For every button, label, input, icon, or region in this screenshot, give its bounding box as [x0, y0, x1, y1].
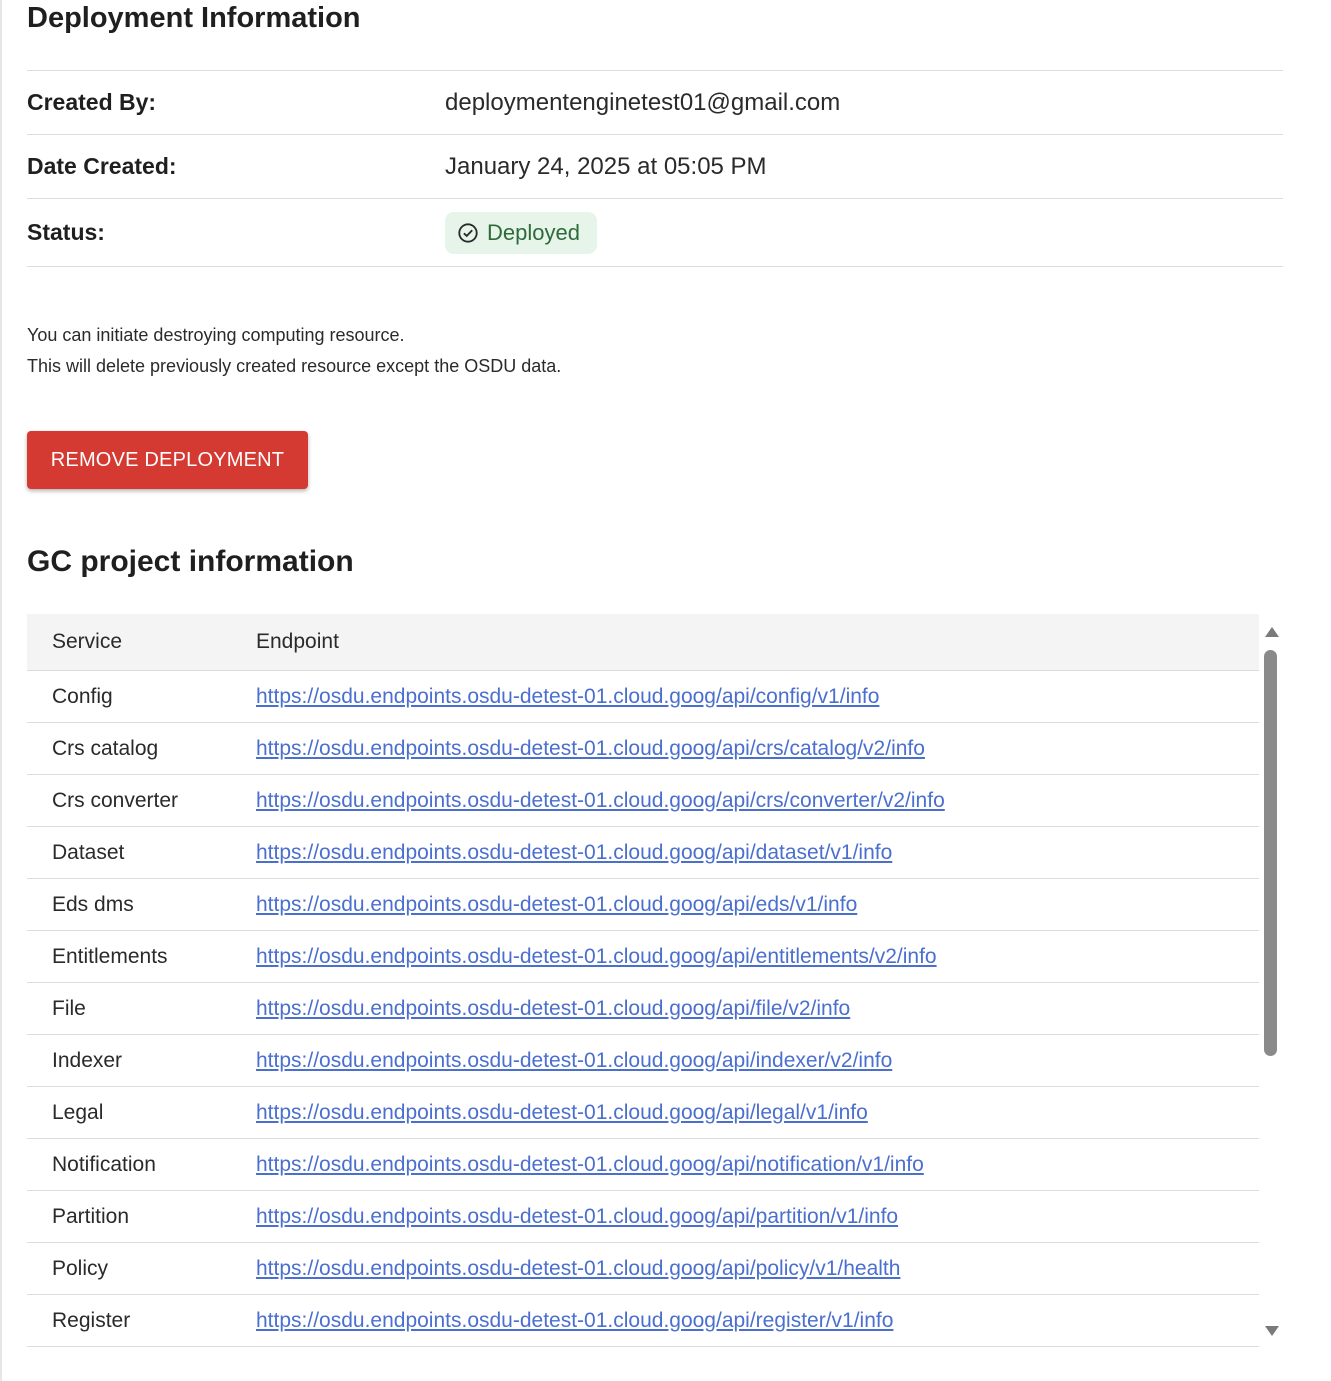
service-cell: Partition — [27, 1190, 231, 1243]
endpoint-link[interactable]: https://osdu.endpoints.osdu-detest-01.cl… — [256, 685, 879, 708]
endpoint-cell: https://osdu.endpoints.osdu-detest-01.cl… — [231, 1242, 1259, 1295]
service-cell: Notification — [27, 1138, 231, 1191]
note-line-1: You can initiate destroying computing re… — [27, 325, 405, 345]
table-row: Notification https://osdu.endpoints.osdu… — [27, 1138, 1259, 1191]
gc-project-title: GC project information — [27, 545, 354, 578]
endpoint-cell: https://osdu.endpoints.osdu-detest-01.cl… — [231, 982, 1259, 1035]
table-row: Crs catalog https://osdu.endpoints.osdu-… — [27, 722, 1259, 775]
service-cell: Dataset — [27, 826, 231, 879]
status-value: Deployed — [445, 211, 597, 254]
endpoint-table: Service Endpoint Config https://osdu.end… — [27, 614, 1259, 1347]
date-created-label: Date Created: — [27, 153, 177, 179]
vertical-scrollbar[interactable] — [1261, 614, 1283, 1348]
service-cell: Legal — [27, 1086, 231, 1139]
endpoint-cell: https://osdu.endpoints.osdu-detest-01.cl… — [231, 878, 1259, 931]
endpoint-link[interactable]: https://osdu.endpoints.osdu-detest-01.cl… — [256, 1049, 892, 1072]
deployment-info-table: Created By: deploymentenginetest01@gmail… — [27, 70, 1283, 267]
created-by-row: Created By: deploymentenginetest01@gmail… — [27, 71, 1283, 135]
table-row: Legal https://osdu.endpoints.osdu-detest… — [27, 1086, 1259, 1139]
endpoint-link[interactable]: https://osdu.endpoints.osdu-detest-01.cl… — [256, 1205, 898, 1228]
endpoint-cell: https://osdu.endpoints.osdu-detest-01.cl… — [231, 826, 1259, 879]
service-cell: Crs converter — [27, 774, 231, 827]
scroll-up-arrow-icon[interactable] — [1265, 627, 1279, 637]
status-label: Status: — [27, 219, 105, 245]
status-row: Status: Deployed — [27, 199, 1283, 267]
endpoint-cell: https://osdu.endpoints.osdu-detest-01.cl… — [231, 774, 1259, 827]
table-row: Eds dms https://osdu.endpoints.osdu-dete… — [27, 878, 1259, 931]
table-row: Crs converter https://osdu.endpoints.osd… — [27, 774, 1259, 827]
endpoint-link[interactable]: https://osdu.endpoints.osdu-detest-01.cl… — [256, 893, 857, 916]
service-cell: File — [27, 982, 231, 1035]
table-header-row: Service Endpoint — [27, 614, 1259, 671]
service-cell: Indexer — [27, 1034, 231, 1087]
service-cell: Register — [27, 1294, 231, 1347]
note-line-2: This will delete previously created reso… — [27, 356, 562, 376]
endpoint-link[interactable]: https://osdu.endpoints.osdu-detest-01.cl… — [256, 841, 892, 864]
column-header-endpoint: Endpoint — [231, 614, 1259, 671]
service-cell: Crs catalog — [27, 722, 231, 775]
endpoint-cell: https://osdu.endpoints.osdu-detest-01.cl… — [231, 670, 1259, 723]
remove-deployment-button[interactable]: REMOVE DEPLOYMENT — [27, 431, 308, 489]
endpoint-cell: https://osdu.endpoints.osdu-detest-01.cl… — [231, 1086, 1259, 1139]
created-by-label: Created By: — [27, 89, 157, 115]
endpoint-link[interactable]: https://osdu.endpoints.osdu-detest-01.cl… — [256, 737, 925, 760]
column-header-service: Service — [27, 614, 231, 671]
page-title: Deployment Information — [27, 2, 361, 34]
scroll-down-arrow-icon[interactable] — [1265, 1326, 1279, 1336]
endpoint-cell: https://osdu.endpoints.osdu-detest-01.cl… — [231, 1294, 1259, 1347]
endpoint-link[interactable]: https://osdu.endpoints.osdu-detest-01.cl… — [256, 1153, 924, 1176]
table-row: Entitlements https://osdu.endpoints.osdu… — [27, 930, 1259, 983]
endpoint-link[interactable]: https://osdu.endpoints.osdu-detest-01.cl… — [256, 789, 945, 812]
service-cell: Eds dms — [27, 878, 231, 931]
endpoint-link[interactable]: https://osdu.endpoints.osdu-detest-01.cl… — [256, 997, 850, 1020]
endpoint-table-container[interactable]: Service Endpoint Config https://osdu.end… — [27, 614, 1283, 1348]
endpoint-cell: https://osdu.endpoints.osdu-detest-01.cl… — [231, 1034, 1259, 1087]
service-cell: Config — [27, 670, 231, 723]
table-row: Register https://osdu.endpoints.osdu-det… — [27, 1294, 1259, 1347]
check-circle-icon — [458, 222, 478, 243]
destroy-note: You can initiate destroying computing re… — [27, 320, 561, 382]
left-border — [0, 0, 2, 1381]
service-cell: Entitlements — [27, 930, 231, 983]
endpoint-link[interactable]: https://osdu.endpoints.osdu-detest-01.cl… — [256, 1101, 868, 1124]
endpoint-link[interactable]: https://osdu.endpoints.osdu-detest-01.cl… — [256, 1257, 900, 1280]
status-text: Deployed — [487, 219, 580, 245]
endpoint-cell: https://osdu.endpoints.osdu-detest-01.cl… — [231, 722, 1259, 775]
table-row: Policy https://osdu.endpoints.osdu-detes… — [27, 1242, 1259, 1295]
table-row: Dataset https://osdu.endpoints.osdu-dete… — [27, 826, 1259, 879]
table-row: File https://osdu.endpoints.osdu-detest-… — [27, 982, 1259, 1035]
date-created-value: January 24, 2025 at 05:05 PM — [445, 152, 767, 180]
table-row: Indexer https://osdu.endpoints.osdu-dete… — [27, 1034, 1259, 1087]
table-row: Config https://osdu.endpoints.osdu-detes… — [27, 670, 1259, 723]
created-by-value: deploymentenginetest01@gmail.com — [445, 88, 841, 116]
status-badge: Deployed — [445, 211, 597, 254]
table-row: Partition https://osdu.endpoints.osdu-de… — [27, 1190, 1259, 1243]
endpoint-cell: https://osdu.endpoints.osdu-detest-01.cl… — [231, 1190, 1259, 1243]
endpoint-link[interactable]: https://osdu.endpoints.osdu-detest-01.cl… — [256, 1309, 893, 1332]
service-cell: Policy — [27, 1242, 231, 1295]
scrollbar-thumb[interactable] — [1264, 650, 1277, 1056]
endpoint-cell: https://osdu.endpoints.osdu-detest-01.cl… — [231, 930, 1259, 983]
endpoint-cell: https://osdu.endpoints.osdu-detest-01.cl… — [231, 1138, 1259, 1191]
date-created-row: Date Created: January 24, 2025 at 05:05 … — [27, 135, 1283, 199]
endpoint-link[interactable]: https://osdu.endpoints.osdu-detest-01.cl… — [256, 945, 937, 968]
